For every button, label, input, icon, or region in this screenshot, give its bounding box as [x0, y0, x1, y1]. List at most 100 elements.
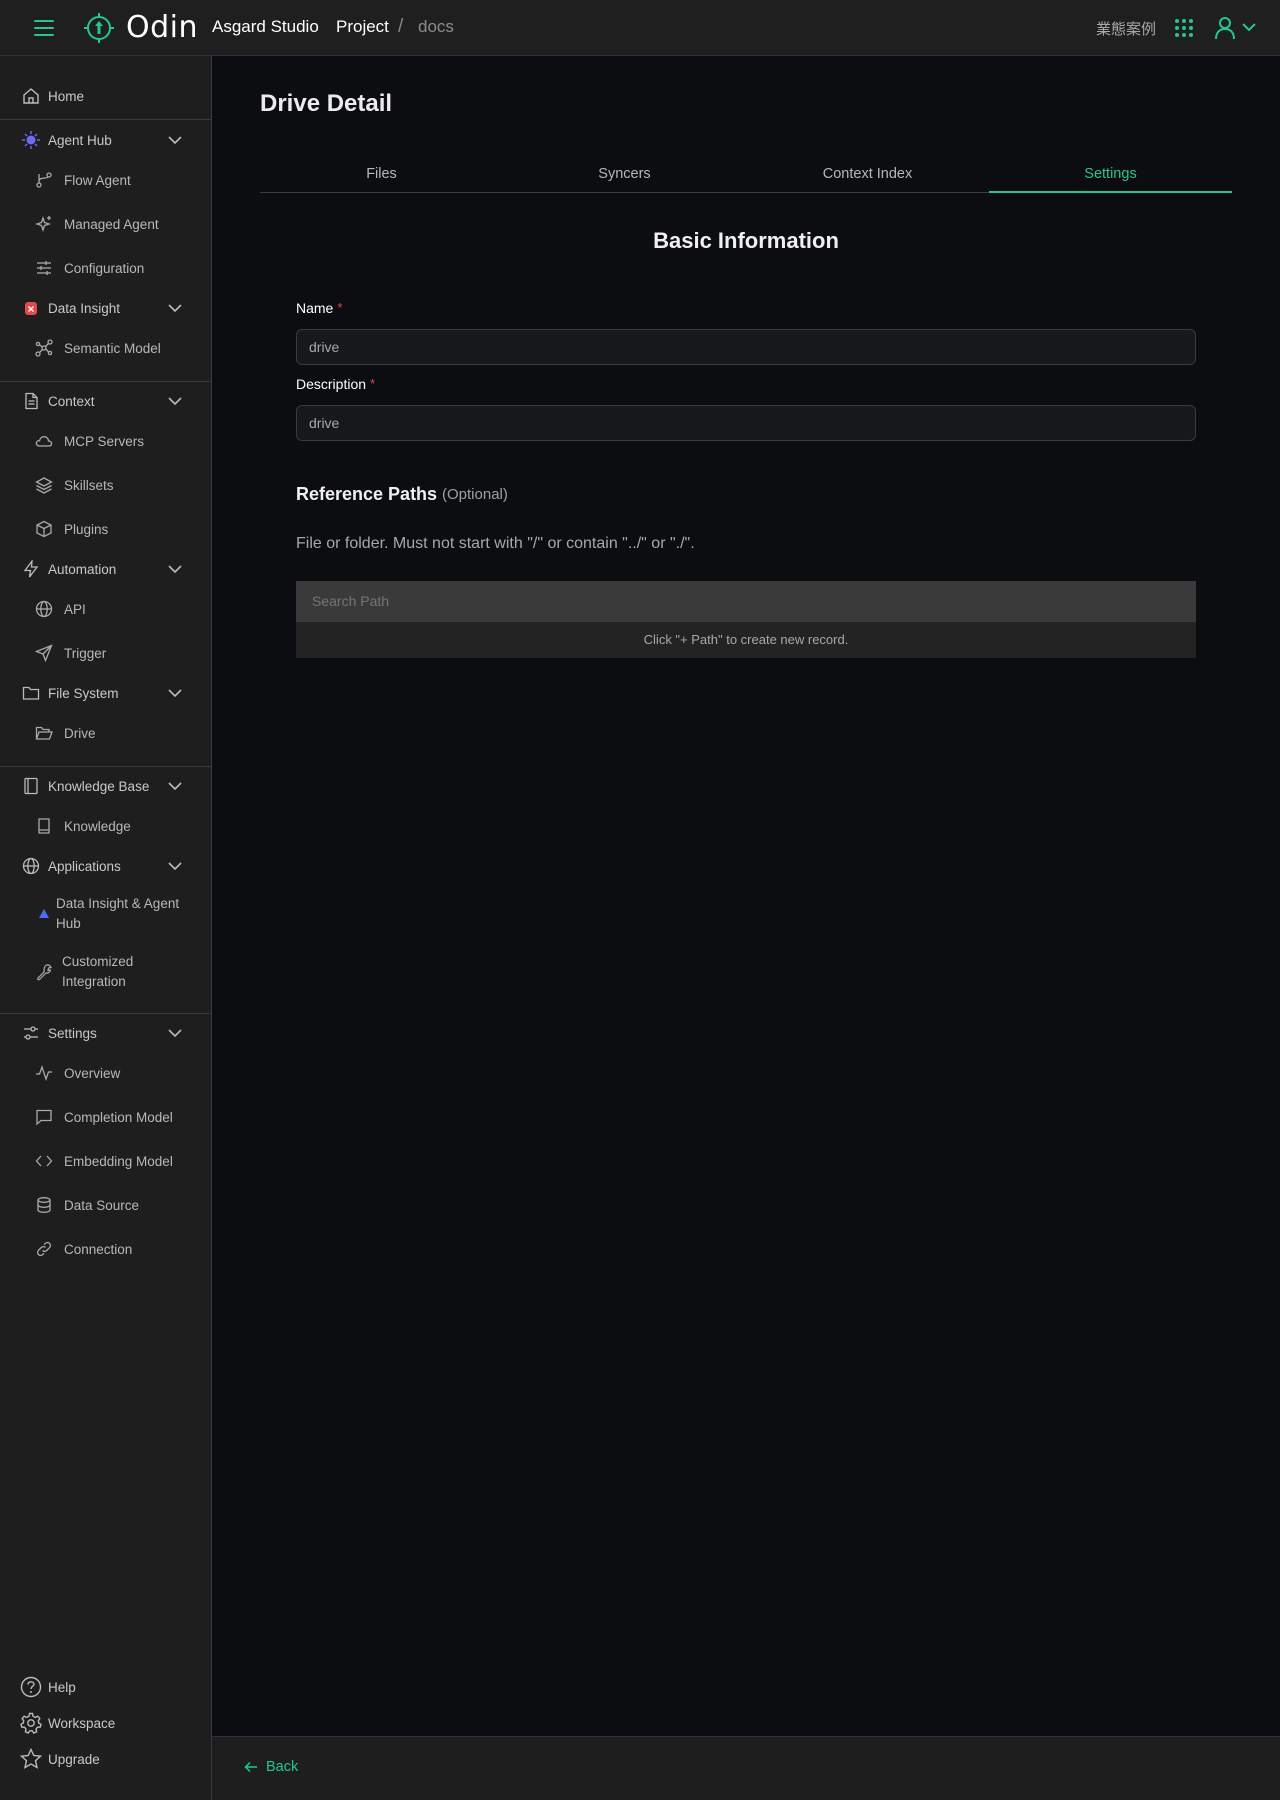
home-icon: [22, 87, 40, 105]
tab-settings[interactable]: Settings: [989, 160, 1232, 193]
reference-paths-title: Reference Paths: [296, 484, 438, 504]
description-input[interactable]: [296, 405, 1196, 441]
sidebar-item-data-source[interactable]: Data Source: [0, 1191, 211, 1219]
breadcrumb-separator: /: [398, 16, 404, 37]
link-icon: [35, 1240, 53, 1258]
chevron-down-icon: [167, 301, 183, 317]
wrench-icon: [35, 963, 53, 981]
reference-paths-help: File or folder. Must not start with "/" …: [296, 535, 695, 552]
sidebar-item-drive[interactable]: Drive: [0, 719, 211, 747]
sidebar-group-agent-hub[interactable]: Agent Hub: [0, 126, 211, 154]
description-label: Description *: [296, 376, 376, 392]
breadcrumb-project[interactable]: Project: [336, 17, 389, 37]
sidebar-group-settings[interactable]: Settings: [0, 1019, 211, 1047]
chevron-down-icon: [167, 686, 183, 702]
globe-icon: [35, 600, 53, 618]
chevron-down-icon: [167, 859, 183, 875]
chevron-down-icon: [167, 1026, 183, 1042]
empty-table-message: Click "+ Path" to create new record.: [296, 622, 1196, 658]
reference-paths-optional: (Optional): [442, 486, 508, 503]
sidebar-item-configuration[interactable]: Configuration: [0, 254, 211, 282]
tab-bar: Files Syncers Context Index Settings: [260, 160, 1232, 193]
triangle-app-icon: [35, 905, 53, 923]
document-icon: [22, 392, 40, 410]
breadcrumb-current[interactable]: docs: [418, 17, 454, 37]
sidebar-item-api[interactable]: API: [0, 595, 211, 623]
tab-context-index[interactable]: Context Index: [746, 160, 989, 193]
apps-grid-icon[interactable]: [1174, 18, 1194, 38]
search-path-input[interactable]: [296, 581, 1196, 622]
sidebar: Home Agent Hub Flow Agent Managed Agent …: [0, 56, 212, 1800]
sidebar-item-completion-model[interactable]: Completion Model: [0, 1103, 211, 1131]
business-cases-link[interactable]: 業態案例: [1096, 18, 1156, 39]
folder-open-icon: [35, 724, 53, 742]
sidebar-item-mcp-servers[interactable]: MCP Servers: [0, 427, 211, 455]
user-menu-chevron-icon[interactable]: [1242, 22, 1256, 32]
chat-bubble-icon: [35, 1108, 53, 1126]
sidebar-item-embedding-model[interactable]: Embedding Model: [0, 1147, 211, 1175]
top-bar: Odin Asgard Studio Project / docs 業態案例: [0, 0, 1280, 56]
sidebar-item-upgrade[interactable]: Upgrade: [0, 1745, 211, 1773]
sidebar-item-knowledge[interactable]: Knowledge: [0, 812, 211, 840]
sidebar-group-file-system[interactable]: File System: [0, 679, 211, 707]
book-icon: [22, 777, 40, 795]
user-avatar-icon[interactable]: [1214, 16, 1236, 40]
folder-icon: [22, 684, 40, 702]
studio-name[interactable]: Asgard Studio: [212, 17, 319, 37]
odin-logo-icon: [84, 13, 114, 43]
settings-sliders-icon: [22, 1024, 40, 1042]
sidebar-item-overview[interactable]: Overview: [0, 1059, 211, 1087]
lightning-icon: [22, 560, 40, 578]
brand-name[interactable]: Odin: [126, 10, 198, 45]
sidebar-item-data-insight-agent-hub[interactable]: Data Insight & Agent Hub: [0, 892, 211, 936]
cloud-icon: [35, 432, 53, 450]
sidebar-group-context[interactable]: Context: [0, 387, 211, 415]
sidebar-item-workspace[interactable]: Workspace: [0, 1709, 211, 1737]
activity-pulse-icon: [35, 1064, 53, 1082]
sidebar-group-automation[interactable]: Automation: [0, 555, 211, 583]
sidebar-item-connection[interactable]: Connection: [0, 1235, 211, 1263]
footer-bar: Back: [212, 1736, 1280, 1800]
network-nodes-icon: [35, 339, 53, 357]
cube-icon: [35, 520, 53, 538]
name-input[interactable]: [296, 329, 1196, 365]
sidebar-item-home[interactable]: Home: [0, 82, 211, 110]
flow-branch-icon: [35, 171, 53, 189]
sidebar-item-plugins[interactable]: Plugins: [0, 515, 211, 543]
basic-information-title: Basic Information: [653, 228, 839, 253]
required-mark: *: [370, 376, 376, 391]
sidebar-group-data-insight[interactable]: Data Insight: [0, 294, 211, 322]
star-icon: [20, 1748, 42, 1770]
chevron-down-icon: [167, 562, 183, 578]
layers-icon: [35, 476, 53, 494]
sidebar-divider: [0, 119, 211, 120]
sidebar-item-semantic-model[interactable]: Semantic Model: [0, 334, 211, 362]
sidebar-divider: [0, 766, 211, 767]
back-button[interactable]: Back: [244, 1759, 298, 1775]
chevron-down-icon: [167, 394, 183, 410]
tab-syncers[interactable]: Syncers: [503, 160, 746, 193]
required-mark: *: [337, 300, 343, 315]
sliders-icon: [35, 259, 53, 277]
sidebar-group-applications[interactable]: Applications: [0, 852, 211, 880]
notebook-icon: [35, 817, 53, 835]
sparkles-icon: [35, 215, 53, 233]
sidebar-item-skillsets[interactable]: Skillsets: [0, 471, 211, 499]
gear-icon: [20, 1712, 42, 1734]
sidebar-item-trigger[interactable]: Trigger: [0, 639, 211, 667]
arrow-left-icon: [244, 1760, 258, 1774]
database-icon: [35, 1196, 53, 1214]
send-icon: [35, 644, 53, 662]
sidebar-item-managed-agent[interactable]: Managed Agent: [0, 210, 211, 238]
name-label: Name *: [296, 300, 343, 316]
sidebar-item-customized-integration[interactable]: Customized Integration: [0, 950, 211, 994]
sidebar-group-knowledge-base[interactable]: Knowledge Base: [0, 772, 211, 800]
sidebar-item-help[interactable]: Help: [0, 1673, 211, 1701]
page-title: Drive Detail: [260, 90, 393, 117]
chevron-down-icon: [167, 133, 183, 149]
tab-files[interactable]: Files: [260, 160, 503, 193]
sidebar-divider: [0, 381, 211, 382]
sidebar-item-flow-agent[interactable]: Flow Agent: [0, 166, 211, 194]
code-brackets-icon: [35, 1152, 53, 1170]
hamburger-menu-icon[interactable]: [30, 16, 58, 40]
